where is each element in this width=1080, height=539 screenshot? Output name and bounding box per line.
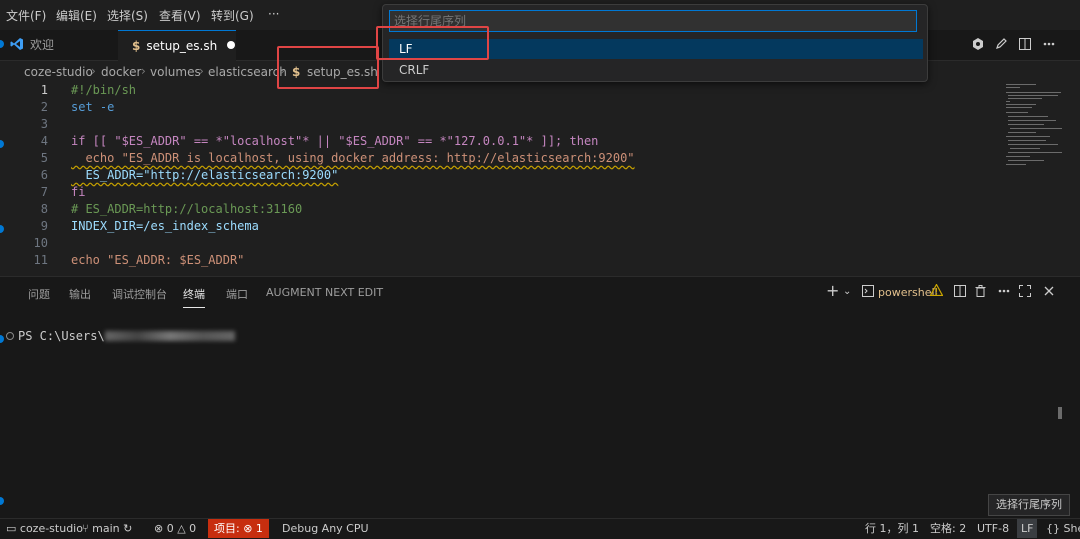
menu-file[interactable]: 文件(F)	[6, 7, 46, 24]
remote-window-icon: ▭	[6, 522, 20, 535]
line-number: 10	[33, 236, 48, 250]
line-number: 2	[40, 100, 48, 114]
menu-go[interactable]: 转到(G)	[211, 7, 254, 24]
line-number: 9	[40, 219, 48, 233]
plus-icon[interactable]: +	[826, 281, 839, 300]
chevron-right-icon: ›	[91, 64, 96, 78]
branch-indicator[interactable]: ⑂ main ↻	[82, 519, 132, 538]
eol-selector[interactable]: LF	[1017, 519, 1038, 538]
more-actions-icon[interactable]	[1043, 42, 1055, 46]
code-editor[interactable]: 1 2 3 4 5 6 7 8 9 10 11 #!/bin/sh set -e…	[0, 82, 1000, 274]
line-number: 4	[40, 134, 48, 148]
split-terminal-icon[interactable]	[954, 285, 966, 297]
prompt-text: PS C:\Users\	[18, 329, 105, 343]
line-number: 6	[40, 168, 48, 182]
minimap[interactable]	[1000, 82, 1070, 182]
warning-icon	[930, 284, 943, 296]
problems-badge[interactable]: 项目: ⊗ 1	[208, 519, 269, 538]
breadcrumb-item[interactable]: docker	[101, 65, 141, 79]
indentation[interactable]: 空格: 2	[930, 519, 966, 538]
encoding[interactable]: UTF-8	[977, 519, 1009, 538]
hexagon-settings-icon[interactable]	[972, 38, 984, 50]
edit-pencil-icon[interactable]	[995, 38, 1007, 50]
panel-tab-output[interactable]: 输出	[69, 286, 91, 302]
code-line: echo "ES_ADDR: $ES_ADDR"	[71, 253, 245, 267]
highlight-box-filename	[277, 46, 379, 89]
tab-welcome-label: 欢迎	[30, 38, 55, 52]
terminal-scrollbar[interactable]	[1058, 407, 1062, 419]
menu-edit[interactable]: 编辑(E)	[56, 7, 97, 24]
breadcrumb-item[interactable]: elasticsearch	[208, 65, 287, 79]
warning-icon: △	[173, 522, 190, 535]
redacted-username	[104, 331, 235, 341]
tab-setup-es[interactable]: $ setup_es.sh	[118, 30, 236, 61]
tab-setup-es-label: setup_es.sh	[146, 39, 218, 53]
close-panel-icon[interactable]	[1044, 286, 1054, 296]
remote-indicator[interactable]: ▭ coze-studio	[6, 519, 83, 538]
error-icon: ⊗	[154, 522, 167, 535]
highlight-box-lf	[376, 26, 489, 60]
language-mode[interactable]: {} She	[1046, 519, 1080, 538]
panel-tab-ports[interactable]: 端口	[226, 286, 248, 302]
terminal-name[interactable]: powershell	[878, 286, 938, 299]
breadcrumb-item[interactable]: volumes	[150, 65, 201, 79]
vscode-logo-icon	[10, 38, 23, 50]
terminal-prompt[interactable]: PS C:\Users\	[6, 329, 235, 343]
cursor-position[interactable]: 行 1，列 1	[865, 519, 919, 538]
line-number: 7	[40, 185, 48, 199]
maximize-panel-icon[interactable]	[1019, 285, 1031, 297]
panel-tab-terminal[interactable]: 终端	[183, 286, 205, 308]
errors-warnings[interactable]: ⊗ 0 △ 0	[154, 519, 196, 538]
code-line: fi	[71, 185, 86, 199]
panel-tab-problems[interactable]: 问题	[28, 286, 50, 302]
line-number: 11	[33, 253, 48, 267]
menu-view[interactable]: 查看(V)	[159, 7, 201, 24]
panel-tab-debug-console[interactable]: 调试控制台	[112, 286, 167, 302]
trash-icon[interactable]	[975, 285, 986, 297]
code-line: if [[ "$ES_ADDR" == *"localhost"* || "$E…	[71, 134, 599, 148]
eol-tooltip: 选择行尾序列	[988, 494, 1070, 516]
code-line: ES_ADDR="http://elasticsearch:9200"	[71, 168, 339, 182]
code-line: # ES_ADDR=http://localhost:31160	[71, 202, 303, 216]
git-branch-icon: ⑂	[82, 522, 93, 535]
line-number: 8	[40, 202, 48, 216]
chevron-right-icon: ›	[199, 64, 204, 78]
tab-welcome[interactable]: 欢迎	[10, 30, 110, 60]
terminal-icon	[862, 285, 874, 297]
code-line: #!/bin/sh	[71, 83, 137, 97]
breadcrumb-item[interactable]: coze-studio	[24, 65, 93, 79]
status-bar: ▭ coze-studio ⑂ main ↻ ⊗ 0 △ 0 项目: ⊗ 1 D…	[0, 518, 1080, 539]
quick-pick-option-crlf[interactable]: CRLF	[389, 60, 923, 80]
code-line: echo "ES_ADDR is localhost, using docker…	[71, 151, 635, 165]
more-actions-icon[interactable]	[998, 289, 1010, 293]
line-number: 5	[40, 151, 48, 165]
sync-icon: ↻	[119, 522, 133, 535]
panel-tab-augment[interactable]: AUGMENT NEXT EDIT	[266, 286, 383, 299]
prompt-circle-icon	[6, 332, 14, 340]
menu-selection[interactable]: 选择(S)	[107, 7, 148, 24]
chevron-right-icon: ›	[141, 64, 146, 78]
modified-dot-icon[interactable]	[227, 41, 236, 49]
menu-more[interactable]: ···	[268, 7, 279, 21]
dollar-icon: $	[132, 39, 141, 53]
debug-config[interactable]: Debug Any CPU	[282, 519, 369, 538]
split-editor-icon[interactable]	[1019, 38, 1031, 50]
code-line: set -e	[71, 100, 115, 114]
line-number: 1	[40, 83, 48, 97]
code-line: INDEX_DIR=/es_index_schema	[71, 219, 259, 233]
line-number: 3	[40, 117, 48, 131]
chevron-down-icon[interactable]: ⌄	[843, 286, 851, 297]
bottom-panel: 问题 输出 调试控制台 终端 端口 AUGMENT NEXT EDIT + ⌄ …	[0, 276, 1080, 519]
